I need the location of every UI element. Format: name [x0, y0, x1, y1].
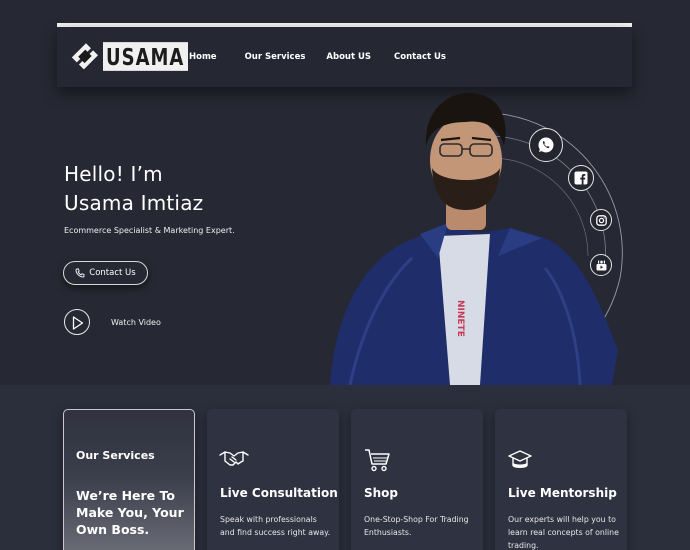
whatsapp-icon[interactable] [529, 128, 563, 162]
shirt-print: NINETE [455, 300, 465, 337]
contact-button-label: Contact Us [89, 268, 136, 278]
play-icon [72, 316, 84, 330]
youtube-icon[interactable] [590, 254, 612, 276]
service-card-consultation[interactable]: Live Consultation Speak with professiona… [207, 409, 339, 550]
facebook-icon[interactable] [568, 165, 594, 191]
service-description: Speak with professionals and find succes… [220, 515, 331, 537]
hero-title: Hello! I’m Usama Imtiaz [64, 160, 203, 218]
service-description: Our experts will help you to learn real … [508, 515, 619, 550]
hero-portrait: NINETE [330, 92, 623, 386]
service-title: Live Consultation [220, 486, 338, 500]
service-card-mentorship[interactable]: Live Mentorship Our experts will help yo… [495, 409, 627, 550]
service-description: One-Stop-Shop For Trading Enthusiasts. [364, 515, 469, 537]
services-headline: We’re Here To Make You, Your Own Boss. [76, 488, 184, 537]
logo[interactable]: USAMA [71, 39, 189, 73]
hero-tagline: Ecommerce Specialist & Marketing Expert. [64, 226, 235, 235]
nav-home[interactable]: Home [189, 52, 217, 62]
nav-contact-us[interactable]: Contact Us [394, 52, 446, 62]
hero-portrait-area: NINETE [320, 88, 640, 386]
watch-video-link[interactable]: Watch Video [111, 318, 161, 327]
handshake-icon [219, 451, 249, 466]
instagram-icon[interactable] [590, 209, 612, 231]
graduation-cap-icon [508, 450, 532, 468]
nav-about-us[interactable]: About US [326, 52, 371, 62]
service-title: Live Mentorship [508, 486, 617, 500]
logo-mark-icon [71, 43, 99, 70]
nav-our-services[interactable]: Our Services [245, 52, 306, 62]
play-video-button[interactable] [64, 309, 90, 335]
logo-text: USAMA [103, 41, 189, 71]
service-title: Shop [364, 486, 399, 500]
service-card-shop[interactable]: Shop One-Stop-Shop For Trading Enthusias… [351, 409, 483, 550]
phone-icon [75, 268, 85, 278]
hero-greeting: Hello! I’m [64, 162, 163, 186]
main-nav: Home Our Services About US Contact Us [189, 27, 446, 87]
contact-button[interactable]: Contact Us [63, 261, 148, 285]
services-label: Our Services [76, 449, 155, 462]
navbar: USAMA Home Our Services About US Contact… [57, 27, 632, 87]
cart-icon [365, 449, 390, 472]
services-intro-card: Our Services We’re Here To Make You, You… [63, 409, 195, 550]
hero-name: Usama Imtiaz [64, 191, 204, 215]
